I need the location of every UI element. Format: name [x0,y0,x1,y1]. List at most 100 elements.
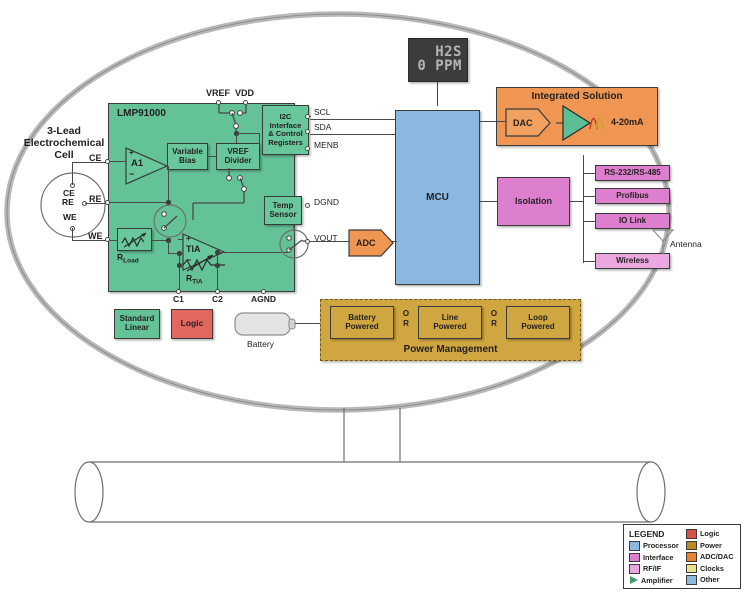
vref-divider-output-switch[interactable] [192,168,263,220]
resistor-rtia-label: RTIA [186,273,203,286]
power-option-battery[interactable]: Battery Powered [330,306,394,339]
wire-cell-ce-v [72,162,74,185]
swatch-standard-linear: Standard Linear [114,309,160,339]
afe-pin-scl-label: SCL [314,107,331,117]
legend-swatch-adc-dac [685,552,697,562]
wire-vref-branch [236,133,260,135]
legend-panel: LEGEND Processor Interface RF/IF Amplifi… [623,524,741,589]
legend-label-rf-if: RF/IF [643,564,662,574]
wire-scl [310,119,395,121]
i2c-interface-block[interactable]: I2C Interface & Control Registers [262,105,309,155]
wire-isolation-to-bus [570,201,583,203]
legend-label-amplifier: Amplifier [641,575,673,585]
power-option-line-line2: Powered [433,321,467,331]
wire-bus-rs232 [583,173,596,175]
i2c-line4: Registers [268,137,303,147]
wire-a1-fb-v [168,166,170,203]
amplifier-a1-minus: − [129,169,135,179]
cell-terminal-we-label: WE [63,212,77,222]
resistor-load-sub: Load [123,257,139,265]
power-option-loop[interactable]: Loop Powered [506,306,570,339]
vout-mux-switch[interactable] [274,225,314,263]
power-separator-2: O R [487,309,501,329]
power-option-line[interactable]: Line Powered [418,306,482,339]
vref-divider-block[interactable]: VREF Divider [216,143,260,170]
legend-title: LEGEND [629,529,665,539]
diagram-canvas: 3-Lead Electrochemical Cell CE RE WE CE … [0,0,745,594]
afe-pin-dgnd-label: DGND [314,197,340,207]
wire-adc-to-mcu [391,241,397,243]
legend-label-clocks: Clocks [699,563,724,573]
afe-pin-menb-label: MENB [314,140,339,150]
wire-mcu-to-dac [480,121,506,123]
battery-label: Battery [247,339,274,349]
legend-swatch-logic [685,529,697,539]
wire-i2c-to-scl-pin [309,116,311,118]
legend-swatch-amplifier [630,576,638,585]
legend-label-interface: Interface [643,552,674,562]
power-management-title: Power Management [403,344,498,355]
wire-bus-io-link [583,221,596,223]
wire-ce-to-a1 [110,161,126,163]
resistor-rtia-sub: TIA [192,278,203,286]
resistor-load-symbol [121,232,147,248]
integrated-solution-title: Integrated Solution [531,91,623,102]
afe-pin-agnd-label: AGND [251,294,277,304]
legend-swatch-power [685,540,697,550]
afe-pin-vref-label: VREF [206,88,231,98]
wire-divider-right-rail [259,156,261,170]
isolation-label: Isolation [514,196,552,207]
legend-swatch-interface [629,552,640,562]
power-separator-1-line2: R [403,319,409,328]
legend-swatch-clocks [685,563,697,573]
power-separator-2-line2: R [491,319,497,328]
power-option-battery-line2: Powered [345,321,379,331]
legend-label-processor: Processor [643,541,679,551]
vref-divider-line2: Divider [224,155,252,165]
lcd-line-1: H2S [435,44,462,61]
lcd-line-2: 0 PPM [417,58,462,75]
mcu-label: MCU [426,191,449,203]
amplifier-a1-plus: + [129,148,134,157]
afe-pin-dgnd [305,203,310,208]
lead-label-re: RE [89,194,102,204]
battery-icon [234,312,296,336]
power-separator-2-line1: O [490,309,498,318]
wire-vout-to-adc [310,241,349,243]
legend-label-other: Other [699,575,720,585]
wire-we-to-rload [110,240,118,242]
lead-label-we: WE [88,231,103,241]
antenna-label: Antenna [670,239,702,249]
variable-bias-line2: Bias [179,155,196,165]
interface-rs232-label: RS-232/RS-485 [604,167,661,177]
afe-pin-c1-label: C1 [173,294,184,304]
wire-bus-wireless [583,261,596,263]
wire-bus-profibus [583,196,596,198]
power-option-loop-line2: Powered [521,321,555,331]
resistor-load-label: RLoad [117,252,139,265]
wire-mcu-to-isolation [480,201,498,203]
isolation-block[interactable]: Isolation [497,177,570,226]
wire-lcd-to-mcu [437,82,439,106]
interface-io-link-label: IO Link [618,215,647,225]
wire-c2-stub [217,265,219,290]
temp-sensor-line2: Sensor [269,209,297,219]
wire-tia-plus-in [178,239,183,241]
afe-pin-sda-label: SDA [314,122,332,132]
afe-pin-menb [305,146,310,151]
amplifier-tia-plus: + [186,234,191,243]
variable-bias-block[interactable]: Variable Bias [167,143,208,170]
interface-profibus-label: Profibus [616,190,649,200]
legend-label-adc-dac: ADC/DAC [699,552,734,562]
swatch-standard-linear-line2: Linear [124,323,149,332]
afe-part-number: LMP91000 [117,108,166,119]
interface-io-link[interactable]: IO Link [595,213,670,229]
sensor-title-line1: 3-Lead [47,125,81,137]
lead-label-ce: CE [89,153,102,163]
legend-label-logic: Logic [699,529,720,539]
interface-rs232-rs485[interactable]: RS-232/RS-485 [595,165,670,181]
interface-bus-vertical [583,155,585,263]
mcu-block[interactable]: MCU [395,110,480,285]
interface-profibus[interactable]: Profibus [595,188,670,204]
temp-sensor-block[interactable]: Temp Sensor [264,196,302,225]
